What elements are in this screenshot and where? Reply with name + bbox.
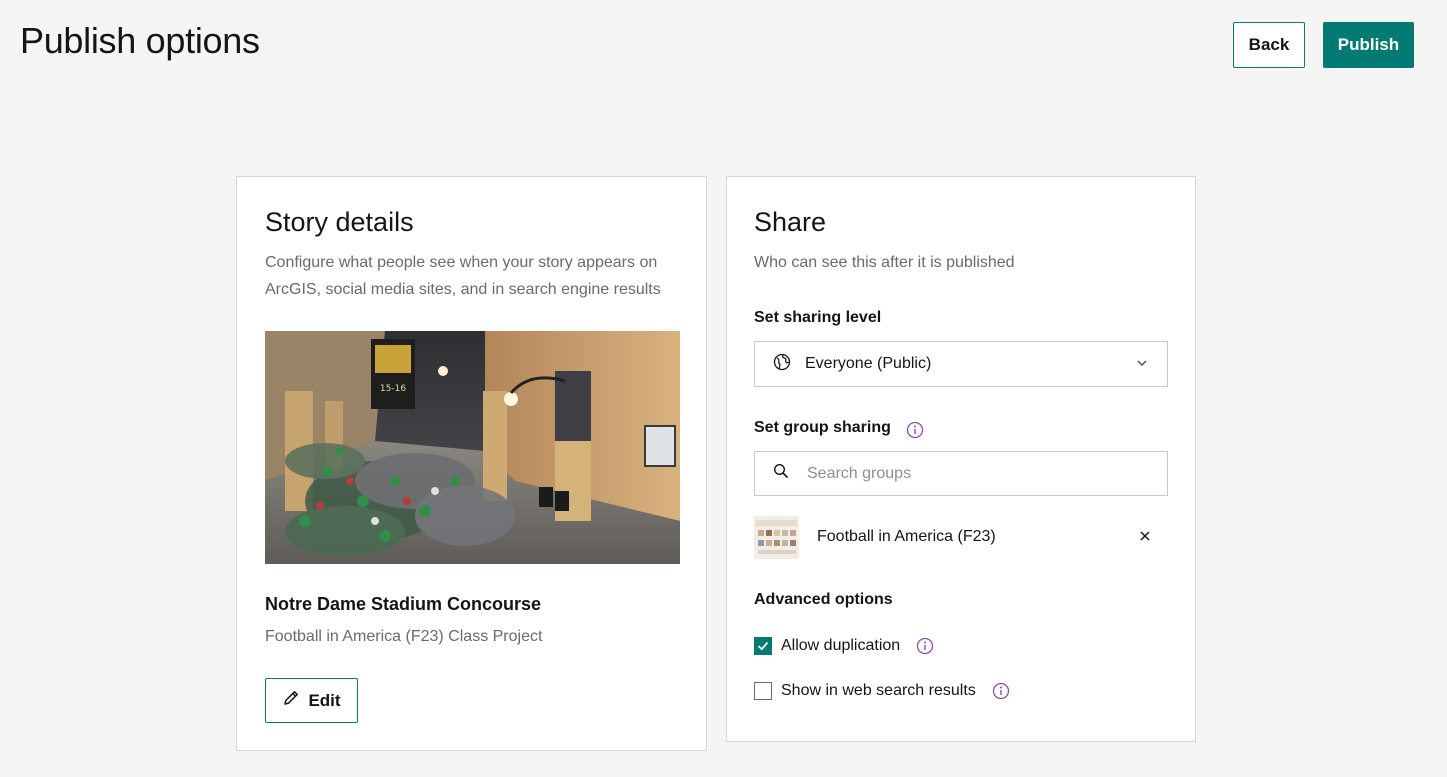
group-thumbnail — [754, 516, 799, 559]
checkmark-icon — [757, 641, 769, 651]
chevron-down-icon — [1135, 356, 1149, 375]
edit-button[interactable]: Edit — [265, 678, 358, 723]
group-name: Football in America (F23) — [817, 528, 996, 545]
web-search-option: Show in web search results — [754, 680, 1010, 702]
search-groups-field[interactable] — [754, 451, 1168, 496]
story-thumbnail-image: 15-16 — [265, 331, 680, 564]
story-details-heading: Story details — [265, 207, 414, 237]
page-title: Publish options — [20, 20, 260, 61]
allow-duplication-option: Allow duplication — [754, 635, 934, 657]
search-groups-input[interactable] — [807, 464, 1147, 483]
pencil-icon — [282, 689, 300, 712]
share-card: Share Who can see this after it is publi… — [726, 176, 1196, 742]
image-banner-text: 15-16 — [380, 384, 406, 394]
sharing-level-label: Set sharing level — [754, 309, 882, 326]
advanced-options-label: Advanced options — [754, 591, 893, 608]
search-icon — [773, 463, 789, 484]
web-search-label: Show in web search results — [781, 682, 976, 699]
edit-button-label: Edit — [308, 690, 341, 710]
allow-duplication-checkbox[interactable] — [754, 637, 772, 655]
back-button[interactable]: Back — [1233, 22, 1305, 68]
sharing-level-value: Everyone (Public) — [805, 355, 932, 372]
info-icon[interactable] — [992, 682, 1010, 700]
story-title: Notre Dame Stadium Concourse — [265, 594, 542, 614]
group-sharing-label: Set group sharing — [754, 419, 891, 436]
story-details-card: Story details Configure what people see … — [236, 176, 707, 751]
story-subtitle: Football in America (F23) Class Project — [265, 628, 543, 645]
globe-icon — [773, 353, 791, 376]
allow-duplication-label: Allow duplication — [781, 637, 901, 654]
web-search-checkbox[interactable] — [754, 682, 772, 700]
sharing-level-select[interactable]: Everyone (Public) — [754, 341, 1168, 387]
info-icon[interactable] — [906, 421, 924, 439]
group-list-item: Football in America (F23) — [754, 516, 1168, 560]
close-icon[interactable] — [1138, 529, 1152, 543]
share-description: Who can see this after it is published — [754, 254, 1015, 271]
story-details-description: Configure what people see when your stor… — [265, 254, 661, 298]
info-icon[interactable] — [916, 637, 934, 655]
share-heading: Share — [754, 207, 827, 237]
publish-button[interactable]: Publish — [1323, 22, 1414, 68]
